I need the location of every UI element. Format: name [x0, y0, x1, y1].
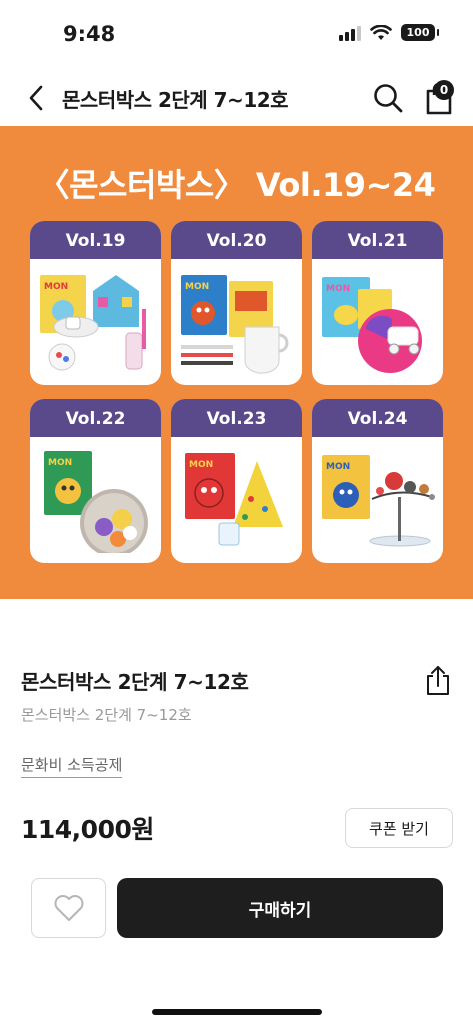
back-button[interactable]	[22, 82, 50, 114]
home-indicator[interactable]	[152, 1009, 322, 1015]
back-chevron-icon	[29, 85, 43, 111]
volume-card: Vol.21 MON	[312, 221, 443, 385]
status-time: 9:48	[63, 22, 116, 46]
tax-deduction-tag[interactable]: 문화비 소득공제	[21, 754, 123, 778]
wifi-icon	[370, 24, 392, 40]
svg-text:MON: MON	[189, 460, 213, 470]
nav-header: 몬스터박스 2단계 7~12호	[0, 70, 473, 126]
product-title: 몬스터박스 2단계 7~12호	[21, 670, 249, 694]
svg-text:MON: MON	[326, 462, 350, 472]
volume-card: Vol.24 MON	[312, 399, 443, 563]
banner-title: 〈몬스터박스〉 Vol.19~24	[37, 166, 436, 204]
buy-button[interactable]: 구매하기	[117, 878, 443, 938]
heart-icon	[54, 895, 83, 921]
volume-label: Vol.22	[30, 399, 161, 437]
vol23-kit-image: MON	[185, 453, 283, 546]
product-subtitle: 몬스터박스 2단계 7~12호	[21, 706, 192, 724]
wishlist-button[interactable]	[31, 878, 106, 938]
vol21-kit-image: MON	[322, 277, 422, 373]
volume-label: Vol.21	[312, 221, 443, 259]
status-bar: 9:48 100	[0, 0, 473, 70]
svg-text:MON: MON	[48, 458, 72, 468]
volume-card: Vol.23 MON	[171, 399, 302, 563]
vol19-kit-image: MON	[40, 275, 146, 371]
volume-label: Vol.24	[312, 399, 443, 437]
vol22-kit-image: MON	[44, 451, 148, 553]
volume-label: Vol.20	[171, 221, 302, 259]
cart-count-badge: 0	[434, 80, 454, 100]
volume-grid: Vol.19 MON Vol.20 MON Vol.21 MON Vol.22 …	[30, 221, 444, 563]
share-button[interactable]	[424, 664, 452, 696]
volume-card: Vol.20 MON	[171, 221, 302, 385]
vol24-kit-image: MON	[322, 455, 435, 547]
coupon-button[interactable]: 쿠폰 받기	[345, 808, 453, 848]
status-icons: 100	[339, 24, 439, 41]
volume-card: Vol.22 MON	[30, 399, 161, 563]
signal-icon	[339, 25, 361, 41]
product-banner: 〈몬스터박스〉 Vol.19~24 Vol.19 MON Vol.20 MON …	[0, 126, 473, 599]
battery-icon: 100	[401, 24, 439, 41]
volume-label: Vol.23	[171, 399, 302, 437]
search-icon	[374, 84, 403, 113]
volume-label: Vol.19	[30, 221, 161, 259]
share-icon	[427, 666, 449, 695]
svg-text:MON: MON	[185, 282, 209, 292]
vol20-kit-image: MON	[181, 275, 289, 374]
svg-text:MON: MON	[326, 284, 350, 294]
search-button[interactable]	[372, 82, 404, 114]
volume-card: Vol.19 MON	[30, 221, 161, 385]
page-title: 몬스터박스 2단계 7~12호	[62, 88, 289, 112]
product-price: 114,000원	[21, 815, 154, 844]
svg-text:MON: MON	[44, 282, 68, 292]
